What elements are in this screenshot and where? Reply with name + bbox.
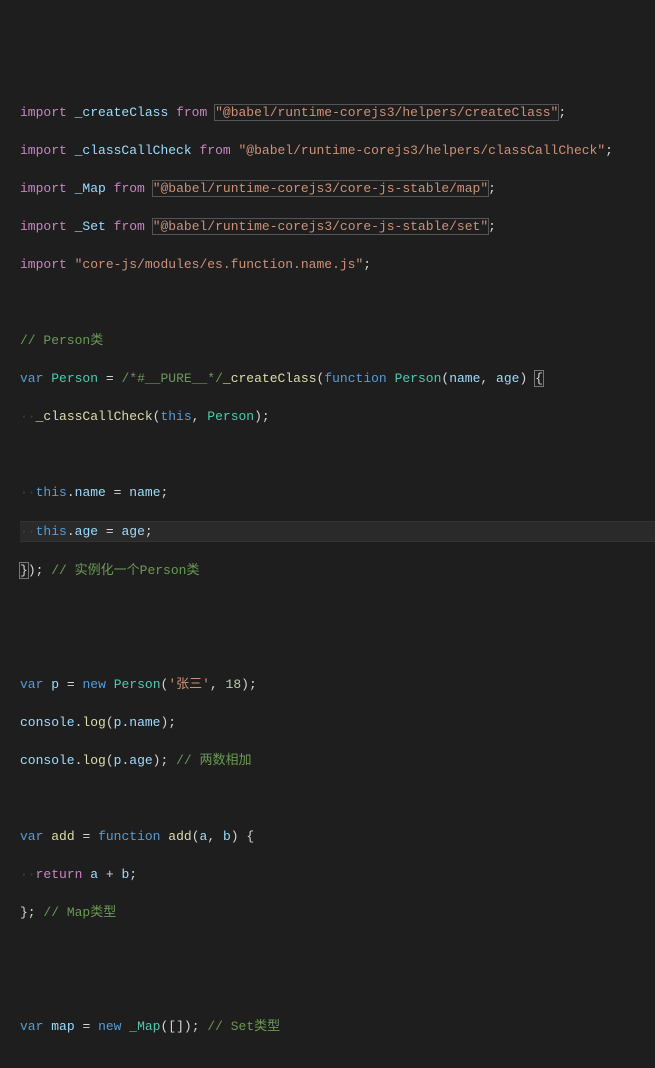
var-decl-line: var Person = /*#__PURE__*/_createClass(f… (20, 369, 655, 388)
stmt-line: }; // Map类型 (20, 903, 655, 922)
stmt-line: ··_classCallCheck(this, Person); (20, 407, 655, 426)
stmt-line: console.log(p.age); // 两数相加 (20, 751, 655, 770)
import-line: import _createClass from "@babel/runtime… (20, 103, 655, 122)
blank-line (20, 979, 655, 998)
var-decl-line: var p = new Person('张三', 18); (20, 675, 655, 694)
stmt-line-current: ··this.age = age; (20, 521, 655, 542)
blank-line (20, 941, 655, 960)
import-line: import _Set from "@babel/runtime-corejs3… (20, 217, 655, 236)
blank-line (20, 599, 655, 618)
blank-line (20, 1055, 655, 1068)
import-line: import "core-js/modules/es.function.name… (20, 255, 655, 274)
blank-line (20, 445, 655, 464)
blank-line (20, 789, 655, 808)
stmt-line: ··return a + b; (20, 865, 655, 884)
blank-line (20, 637, 655, 656)
stmt-line: ··this.name = name; (20, 483, 655, 502)
var-decl-line: var add = function add(a, b) { (20, 827, 655, 846)
import-path: "@babel/runtime-corejs3/helpers/createCl… (215, 105, 558, 120)
code-editor[interactable]: import _createClass from "@babel/runtime… (20, 84, 655, 1068)
stmt-line: console.log(p.name); (20, 713, 655, 732)
import-line: import _classCallCheck from "@babel/runt… (20, 141, 655, 160)
import-line: import _Map from "@babel/runtime-corejs3… (20, 179, 655, 198)
blank-line (20, 293, 655, 312)
import-name: _createClass (75, 105, 169, 120)
keyword-from: from (176, 105, 207, 120)
comment-line: // Person类 (20, 331, 655, 350)
var-decl-line: var map = new _Map([]); // Set类型 (20, 1017, 655, 1036)
stmt-line: }); // 实例化一个Person类 (20, 561, 655, 580)
keyword-import: import (20, 105, 67, 120)
